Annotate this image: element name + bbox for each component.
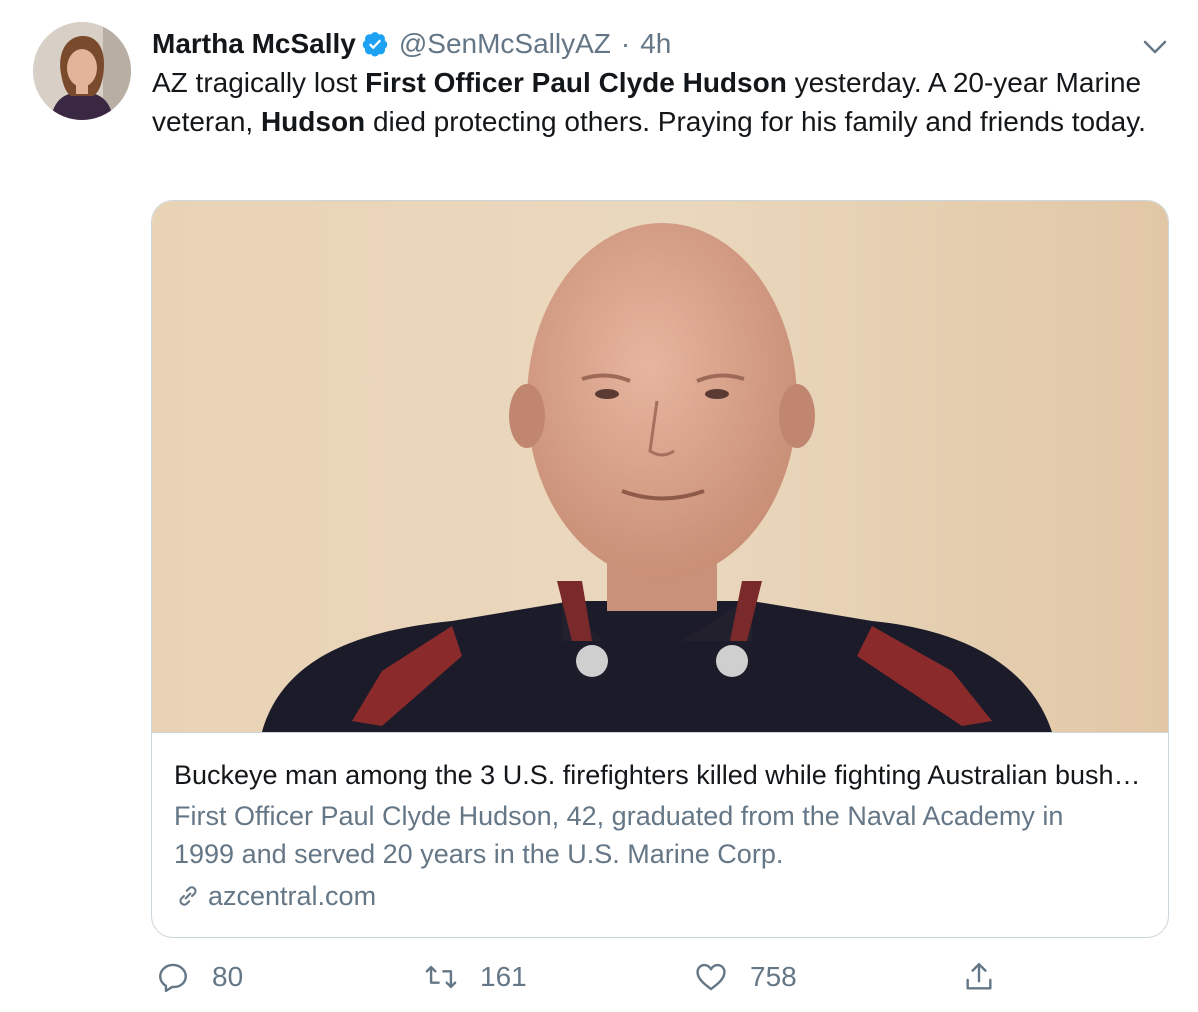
author-handle[interactable]: @SenMcSallyAZ [399,28,611,60]
like-count: 758 [750,961,797,992]
heart-icon [696,963,726,991]
reply-button[interactable]: 80 [156,955,243,999]
tweet-text-bold: First Officer Paul Clyde Hudson [365,67,787,98]
link-icon [179,886,197,906]
share-icon [966,963,992,990]
tweet-header: Martha McSally @SenMcSallyAZ · 4h [152,26,671,62]
card-divider [152,732,1168,733]
retweet-count: 161 [480,961,527,992]
card-image [152,201,1168,732]
avatar[interactable] [33,22,131,120]
link-card[interactable]: Buckeye man among the 3 U.S. firefighter… [151,200,1169,938]
separator-dot: · [620,28,631,59]
card-domain-text: azcentral.com [208,881,377,911]
share-button[interactable] [962,955,996,999]
tweet-text-bold: Hudson [260,105,366,137]
chevron-down-icon[interactable] [1140,32,1170,62]
action-bar: 80 161 758 [0,955,1198,999]
tweet-text: AZ tragically lost First Officer Paul Cl… [152,64,1182,141]
tweet[interactable]: Martha McSally @SenMcSallyAZ · 4h AZ tra… [0,0,1198,1012]
tweet-text-part: AZ tragically lost [152,67,366,98]
retweet-icon [425,965,457,989]
like-button[interactable]: 758 [694,955,797,999]
tweet-timestamp[interactable]: 4h [640,28,671,60]
retweet-button[interactable]: 161 [424,955,527,999]
tweet-text-part: died protecting others. Praying for his … [365,105,1146,137]
reply-count: 80 [212,961,244,992]
card-title[interactable]: Buckeye man among the 3 U.S. firefighter… [174,757,1146,793]
card-description: First Officer Paul Clyde Hudson, 42, gra… [174,801,1064,869]
verified-badge-icon [362,32,388,57]
reply-icon [159,963,187,993]
author-name[interactable]: Martha McSally [152,28,356,60]
card-domain[interactable]: azcentral.com [174,877,376,915]
